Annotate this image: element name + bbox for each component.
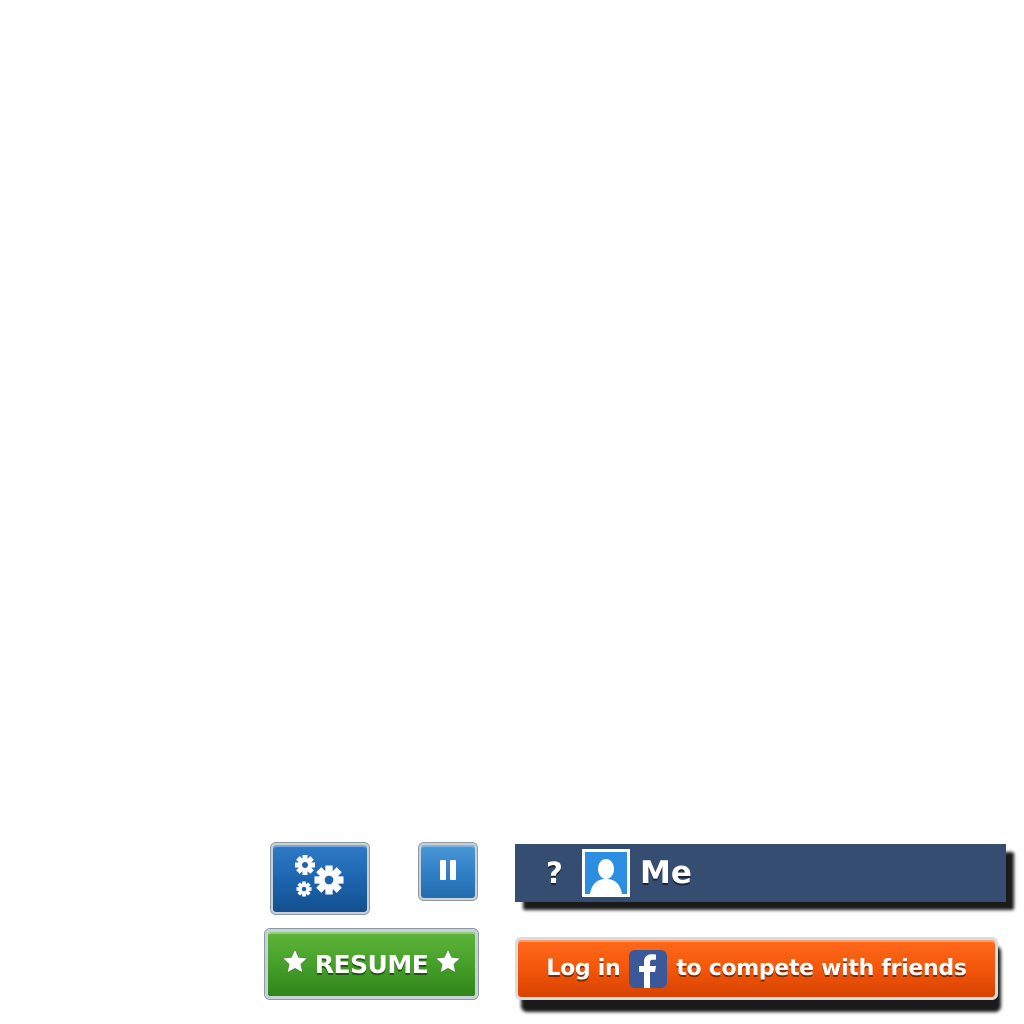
pause-button[interactable] bbox=[419, 843, 477, 900]
settings-button[interactable] bbox=[271, 843, 369, 914]
facebook-login-button[interactable]: Log in to compete with friends bbox=[515, 937, 998, 1000]
avatar bbox=[582, 849, 630, 897]
resume-label: RESUME bbox=[314, 949, 429, 979]
star-icon bbox=[434, 948, 462, 980]
star-icon bbox=[281, 948, 309, 980]
gears-icon bbox=[289, 852, 351, 906]
login-prefix-text: Log in bbox=[546, 956, 621, 981]
facebook-icon bbox=[629, 949, 668, 988]
player-rank: ? bbox=[546, 856, 563, 890]
player-name: Me bbox=[640, 855, 692, 891]
player-row: ? Me bbox=[515, 844, 1006, 902]
default-avatar-icon bbox=[590, 859, 622, 894]
login-suffix-text: to compete with friends bbox=[676, 956, 967, 981]
resume-button[interactable]: RESUME bbox=[265, 929, 478, 999]
pause-icon bbox=[437, 859, 459, 885]
